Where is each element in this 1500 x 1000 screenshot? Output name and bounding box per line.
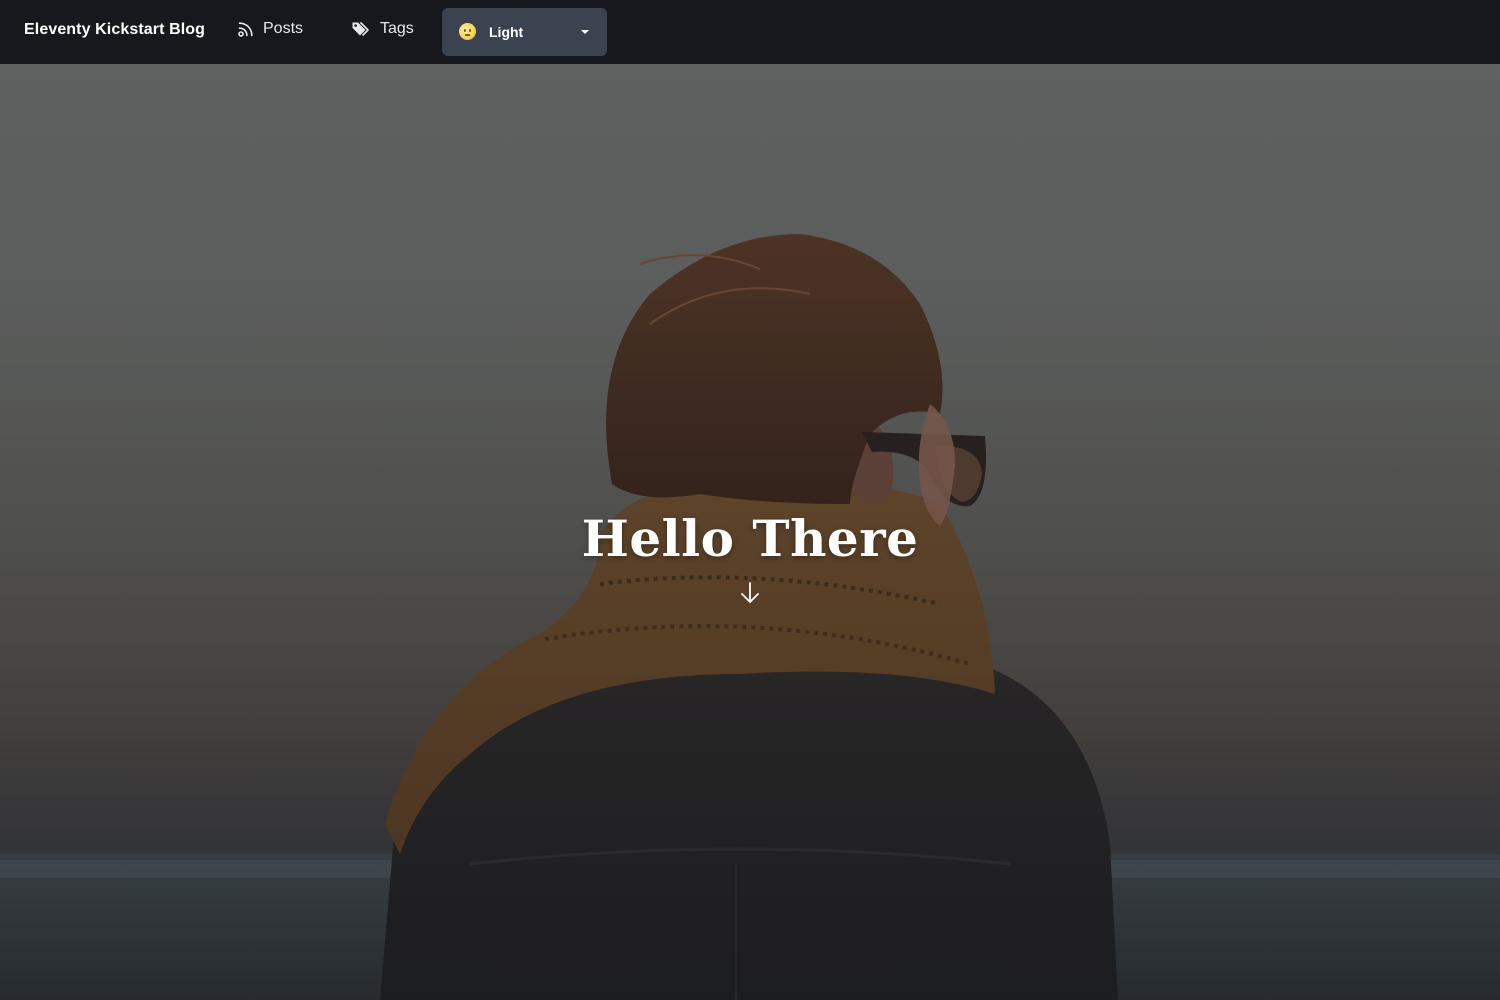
rss-icon [237,20,255,38]
top-navbar: Eleventy Kickstart Blog Posts Tags Light [0,0,1500,64]
hero-banner: Hello There [0,64,1500,1000]
nav-link-posts-label: Posts [263,20,304,37]
chevron-down-icon [581,30,589,34]
nav-link-tags[interactable]: Tags [351,20,414,38]
theme-select-dropdown[interactable]: Light [442,8,607,56]
nav-link-posts[interactable]: Posts [237,20,303,38]
theme-select-value: Light [489,24,524,40]
hero-title: Hello There [581,509,919,568]
arrow-down-icon[interactable] [739,581,761,605]
face-icon [459,23,476,40]
site-brand-link[interactable]: Eleventy Kickstart Blog [24,21,205,39]
nav-link-tags-label: Tags [380,20,414,37]
tags-icon [351,20,372,38]
